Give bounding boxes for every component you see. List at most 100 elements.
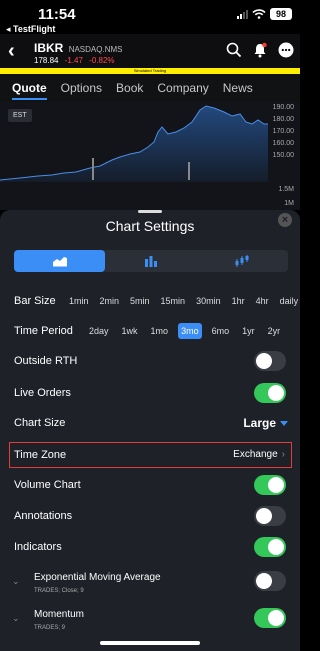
sheet-title: Chart Settings	[105, 218, 195, 234]
bar-size-option[interactable]: 30min	[193, 293, 224, 309]
status-time: 11:54	[38, 6, 76, 23]
price-change: -1.47	[64, 56, 83, 65]
volume-chart-row: Volume Chart	[0, 472, 300, 500]
time-period-option[interactable]: 1wk	[119, 323, 141, 339]
time-period-option[interactable]: 2yr	[265, 323, 284, 339]
price-axis-label: 180.00	[272, 116, 294, 123]
quote-line: 178.84 -1.47 -0.82%	[34, 56, 115, 65]
last-price: 178.84	[34, 56, 59, 65]
bar-size-options: 1min 2min 5min 15min 30min 1hr 4hr daily	[66, 293, 301, 309]
time-period-option[interactable]: 2day	[86, 323, 112, 339]
outside-rth-row: Outside RTH	[0, 348, 300, 376]
time-period-option[interactable]: 1mo	[148, 323, 172, 339]
volume-chart-label: Volume Chart	[14, 479, 81, 491]
volume-axis-label: 1.5M	[278, 186, 294, 193]
ema-toggle[interactable]	[254, 571, 286, 591]
notification-bell-icon[interactable]	[252, 42, 268, 58]
annotations-label: Annotations	[14, 510, 73, 522]
volume-bar	[92, 158, 94, 180]
wifi-icon	[252, 9, 266, 19]
search-icon[interactable]	[226, 42, 242, 58]
sheet-drag-handle[interactable]	[138, 210, 162, 213]
outside-rth-label: Outside RTH	[14, 355, 78, 367]
candlestick-chart-icon	[235, 255, 249, 267]
tab-book[interactable]: Book	[116, 74, 143, 102]
time-period-option[interactable]: 6mo	[209, 323, 233, 339]
bar-size-label: Bar Size	[14, 295, 56, 307]
time-period-label: Time Period	[14, 325, 73, 337]
more-options-icon[interactable]	[278, 42, 294, 58]
indicator-params: TRADES; 9	[34, 625, 66, 631]
indicator-params: TRADES; Close; 9	[34, 588, 84, 594]
bar-size-option[interactable]: 15min	[158, 293, 189, 309]
tab-options[interactable]: Options	[61, 74, 102, 102]
chart-type-selector	[14, 250, 288, 272]
price-axis-label: 160.00	[272, 140, 294, 147]
indicator-name: Exponential Moving Average	[34, 572, 161, 583]
bar-size-option[interactable]: 2min	[97, 293, 123, 309]
chevron-down-icon	[280, 420, 288, 426]
volume-axis-label: 1M	[284, 200, 294, 207]
chart-type-bar[interactable]	[105, 250, 196, 272]
indicators-label: Indicators	[14, 541, 62, 553]
symbol-label: IBKR	[34, 41, 64, 55]
chart-type-candle[interactable]	[197, 250, 288, 272]
price-axis-label: 170.00	[272, 128, 294, 135]
close-button[interactable]: ×	[278, 213, 292, 227]
price-area-chart	[0, 105, 268, 182]
live-orders-row: Live Orders	[0, 380, 300, 408]
exchange-label: NASDAQ.NMS	[68, 45, 123, 54]
chart-type-area[interactable]	[14, 250, 106, 272]
symbol-title: IBKR NASDAQ.NMS	[34, 41, 122, 55]
chart-size-dropdown[interactable]: Large	[243, 416, 288, 430]
indicator-item-momentum: ⌄ Momentum TRADES; 9	[0, 605, 300, 633]
time-period-options: 2day 1wk 1mo 3mo 6mo 1yr 2yr	[86, 323, 283, 339]
back-chevron-icon[interactable]: ‹	[8, 40, 15, 63]
time-period-option-selected[interactable]: 3mo	[178, 323, 202, 339]
volume-bar	[188, 162, 190, 180]
bar-size-option[interactable]: 1min	[66, 293, 92, 309]
home-indicator	[100, 641, 200, 645]
annotations-toggle[interactable]	[254, 506, 286, 526]
bar-size-option[interactable]: 5min	[127, 293, 153, 309]
price-axis-label: 150.00	[272, 152, 294, 159]
quote-header: ‹ IBKR NASDAQ.NMS 178.84 -1.47 -0.82%	[0, 34, 300, 68]
indicators-toggle[interactable]	[254, 537, 286, 557]
price-chart[interactable]: EST 190.00 180.00 170.00 160.00 150.00 1…	[0, 102, 300, 210]
chart-size-label: Chart Size	[14, 417, 66, 429]
quote-tabs: Quote Options Book Company News	[0, 74, 300, 102]
bar-chart-icon	[144, 256, 157, 267]
bar-size-option[interactable]: 4hr	[253, 293, 272, 309]
tab-news[interactable]: News	[223, 74, 253, 102]
bar-size-option[interactable]: daily	[277, 293, 302, 309]
price-axis-label: 190.00	[272, 104, 294, 111]
status-bar: 11:54 ◂ TestFlight 98	[0, 0, 300, 34]
chevron-down-icon[interactable]: ⌄	[12, 613, 20, 624]
time-zone-label: Time Zone	[14, 449, 67, 461]
chart-size-value: Large	[243, 416, 276, 430]
time-period-row: Time Period 2day 1wk 1mo 3mo 6mo 1yr 2yr	[0, 318, 300, 346]
tab-company[interactable]: Company	[157, 74, 208, 102]
time-zone-row[interactable]: Time Zone Exchange ›	[9, 442, 292, 468]
outside-rth-toggle[interactable]	[254, 351, 286, 371]
live-orders-label: Live Orders	[14, 387, 71, 399]
annotations-row: Annotations	[0, 503, 300, 531]
price-change-pct: -0.82%	[89, 56, 115, 65]
cellular-signal-icon	[237, 9, 248, 19]
chevron-down-icon[interactable]: ⌄	[12, 576, 20, 587]
time-zone-value: Exchange	[233, 449, 278, 460]
time-period-option[interactable]: 1yr	[239, 323, 258, 339]
tab-quote[interactable]: Quote	[12, 74, 47, 102]
battery-icon: 98	[270, 8, 292, 20]
indicators-row: Indicators	[0, 534, 300, 562]
time-zone-value-group: Exchange ›	[233, 449, 285, 460]
momentum-toggle[interactable]	[254, 608, 286, 628]
bar-size-option[interactable]: 1hr	[229, 293, 248, 309]
bar-size-row: Bar Size 1min 2min 5min 15min 30min 1hr …	[0, 288, 300, 316]
volume-chart-toggle[interactable]	[254, 475, 286, 495]
chart-size-row[interactable]: Chart Size Large	[0, 410, 300, 438]
chart-settings-sheet: Chart Settings × Bar Size 1min 2min 5min…	[0, 210, 300, 651]
indicator-item-ema: ⌄ Exponential Moving Average TRADES; Clo…	[0, 568, 300, 596]
live-orders-toggle[interactable]	[254, 383, 286, 403]
chevron-right-icon: ›	[281, 449, 285, 460]
